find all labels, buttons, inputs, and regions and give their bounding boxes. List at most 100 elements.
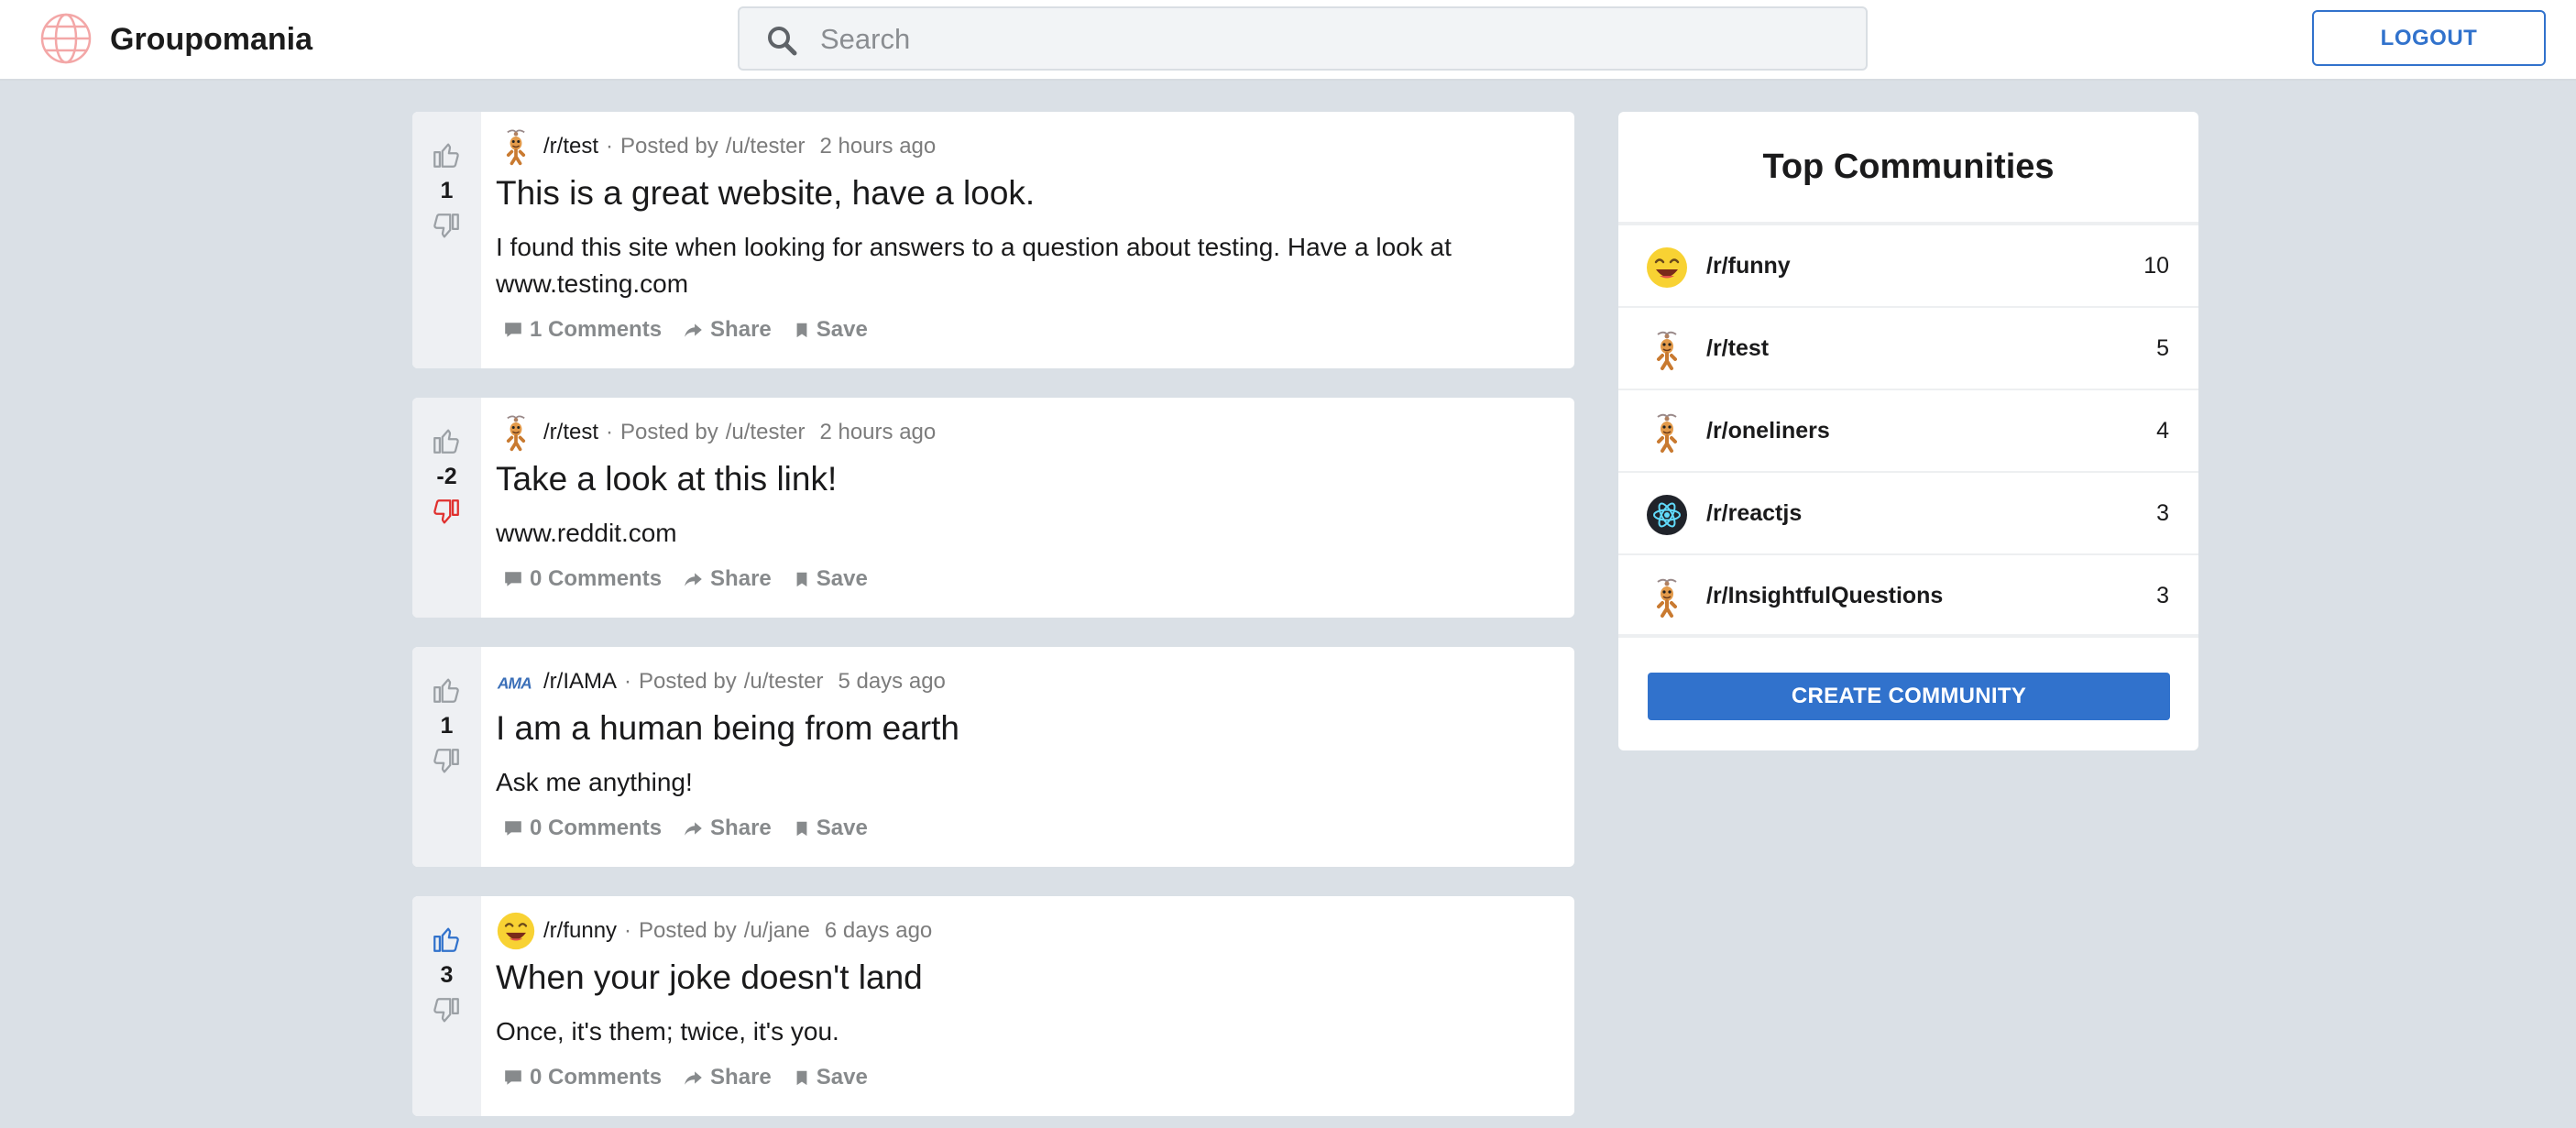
upvote-icon[interactable]: [431, 924, 462, 955]
community-row[interactable]: /r/InsightfulQuestions 3: [1618, 555, 2198, 638]
search-bar[interactable]: [738, 6, 1868, 71]
comments-count: 1 Comments: [530, 317, 663, 342]
vote-column: -2: [412, 398, 481, 618]
share-button[interactable]: Share: [684, 816, 772, 841]
post-content: I found this site when looking for answe…: [496, 233, 1452, 298]
comment-icon: [503, 320, 523, 340]
downvote-icon[interactable]: [431, 995, 462, 1026]
save-button[interactable]: Save: [794, 816, 868, 841]
downvote-icon[interactable]: [431, 211, 462, 242]
community-count: 4: [2156, 418, 2169, 444]
vote-column: 1: [412, 647, 481, 867]
comments-button[interactable]: 0 Comments: [503, 816, 662, 841]
comment-icon: [503, 1068, 523, 1088]
author-link[interactable]: /u/tester: [744, 669, 824, 695]
community-row[interactable]: /r/funny 10: [1618, 225, 2198, 308]
community-name[interactable]: /r/oneliners: [1706, 418, 1830, 444]
posted-by-label: Posted by: [620, 420, 718, 444]
community-row[interactable]: /r/oneliners 4: [1618, 390, 2198, 473]
logout-button[interactable]: LOGOUT: [2312, 10, 2546, 66]
post-title[interactable]: Take a look at this link!: [496, 460, 837, 498]
downvote-icon[interactable]: [431, 746, 462, 777]
comments-count: 0 Comments: [530, 816, 663, 840]
author-link[interactable]: /u/jane: [744, 918, 810, 944]
save-label: Save: [816, 317, 868, 342]
post-actions: 0 Comments Share Save: [503, 816, 890, 841]
community-link[interactable]: /r/test: [543, 134, 598, 159]
upvote-icon[interactable]: [431, 674, 462, 706]
upvote-icon[interactable]: [431, 425, 462, 456]
share-button[interactable]: Share: [684, 317, 772, 343]
post-actions: 0 Comments Share Save: [503, 1065, 890, 1090]
share-icon: [684, 320, 704, 340]
panel-title: Top Communities: [1762, 148, 2055, 186]
community-link[interactable]: /r/IAMA: [543, 669, 617, 695]
community-name[interactable]: /r/funny: [1706, 253, 1791, 279]
search-input[interactable]: [820, 17, 1828, 61]
post-time: 6 days ago: [824, 918, 933, 943]
comment-icon: [503, 569, 523, 589]
post-title[interactable]: I am a human being from earth: [496, 709, 959, 748]
separator-dot: ·: [624, 669, 632, 694]
comments-button[interactable]: 1 Comments: [503, 317, 662, 343]
community-link[interactable]: /r/funny: [543, 918, 617, 944]
globe-logo-icon[interactable]: [39, 12, 93, 65]
post-time: 2 hours ago: [819, 134, 937, 159]
share-button[interactable]: Share: [684, 1065, 772, 1090]
create-community-button[interactable]: CREATE COMMUNITY: [1648, 673, 2170, 720]
post-actions: 0 Comments Share Save: [503, 566, 890, 592]
post-content: Once, it's them; twice, it's you.: [496, 1017, 839, 1046]
post-card[interactable]: 1 /r/IAMA · Posted by /u/tester 5 days a…: [412, 647, 1574, 867]
mascot-icon[interactable]: [496, 412, 536, 453]
share-label: Share: [710, 566, 772, 591]
mascot-icon[interactable]: [496, 126, 536, 167]
community-link[interactable]: /r/test: [543, 420, 598, 445]
share-label: Share: [710, 317, 772, 342]
brand-name[interactable]: Groupomania: [110, 20, 312, 59]
post-score: 1: [440, 178, 454, 203]
comments-button[interactable]: 0 Comments: [503, 1065, 662, 1090]
post-title[interactable]: This is a great website, have a look.: [496, 174, 1035, 213]
community-name[interactable]: /r/InsightfulQuestions: [1706, 583, 1943, 609]
post-content: Ask me anything!: [496, 768, 693, 796]
laughing-emoji-icon[interactable]: [496, 911, 536, 951]
mascot-icon: [1645, 575, 1689, 619]
comments-button[interactable]: 0 Comments: [503, 566, 662, 592]
post-score: 1: [440, 713, 454, 739]
save-button[interactable]: Save: [794, 1065, 868, 1090]
post-card[interactable]: -2 /r/test · Posted by /u/tester 2 hours…: [412, 398, 1574, 618]
share-button[interactable]: Share: [684, 566, 772, 592]
post-card[interactable]: 1 /r/test · Posted by /u/tester 2 hours …: [412, 112, 1574, 368]
post-actions: 1 Comments Share Save: [503, 317, 890, 343]
community-count: 3: [2156, 500, 2169, 526]
community-row[interactable]: /r/test 5: [1618, 308, 2198, 390]
author-link[interactable]: /u/tester: [726, 420, 806, 445]
posted-by-label: Posted by: [639, 918, 737, 943]
mascot-icon: [1645, 328, 1689, 372]
post-card[interactable]: 3 /r/funny · Posted by /u/jane 6 days ag…: [412, 896, 1574, 1116]
save-button[interactable]: Save: [794, 317, 868, 343]
save-label: Save: [816, 1065, 868, 1090]
post-meta: /r/test · Posted by /u/tester 2 hours ag…: [496, 126, 936, 168]
post-title[interactable]: When your joke doesn't land: [496, 958, 923, 997]
share-icon: [684, 569, 704, 589]
upvote-icon[interactable]: [431, 139, 462, 170]
post-time: 2 hours ago: [819, 420, 937, 444]
community-count: 5: [2156, 335, 2169, 361]
save-label: Save: [816, 566, 868, 591]
comments-count: 0 Comments: [530, 566, 663, 591]
post-meta: /r/test · Posted by /u/tester 2 hours ag…: [496, 411, 936, 454]
downvote-icon[interactable]: [431, 497, 462, 528]
laughing-emoji-icon: [1645, 246, 1689, 290]
community-row[interactable]: /r/reactjs 3: [1618, 473, 2198, 555]
community-name[interactable]: /r/test: [1706, 335, 1769, 362]
community-name[interactable]: /r/reactjs: [1706, 500, 1802, 527]
posted-by-label: Posted by: [639, 669, 737, 694]
save-button[interactable]: Save: [794, 566, 868, 592]
mascot-icon: [1645, 411, 1689, 454]
ama-logo[interactable]: [496, 662, 536, 702]
separator-dot: ·: [624, 918, 632, 943]
author-link[interactable]: /u/tester: [726, 134, 806, 159]
share-icon: [684, 818, 704, 838]
share-icon: [684, 1068, 704, 1088]
